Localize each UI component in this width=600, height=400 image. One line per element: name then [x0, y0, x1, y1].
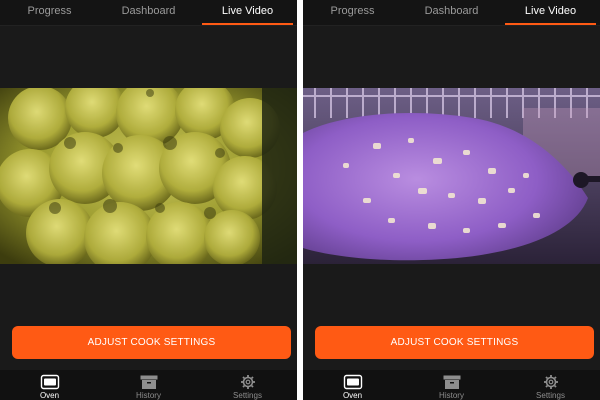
tab-live-video[interactable]: Live Video	[198, 0, 297, 25]
purple-dish-video-frame	[303, 88, 600, 264]
nav-label-oven: Oven	[342, 391, 363, 400]
bottom-nav: Oven History Settings	[0, 370, 297, 400]
nav-label-history: History	[136, 391, 161, 400]
archive-box-icon	[140, 375, 157, 389]
tab-dashboard[interactable]: Dashboard	[402, 0, 501, 25]
live-video-feed[interactable]	[303, 88, 600, 264]
archive-box-icon	[443, 375, 460, 389]
cauliflower-video-frame	[0, 88, 297, 264]
nav-item-oven[interactable]: Oven	[0, 370, 99, 400]
tab-dashboard[interactable]: Dashboard	[99, 0, 198, 25]
nav-item-oven[interactable]: Oven	[303, 370, 402, 400]
phone-screen-right: Progress Dashboard Live Video ADJUST COO…	[303, 0, 600, 400]
gear-icon	[543, 375, 558, 389]
phone-screen-left: Progress Dashboard Live Video ADJUST COO…	[0, 0, 297, 400]
nav-item-history[interactable]: History	[402, 370, 501, 400]
top-tab-bar: Progress Dashboard Live Video	[303, 0, 600, 26]
nav-label-oven: Oven	[39, 391, 60, 400]
nav-item-settings[interactable]: Settings	[198, 370, 297, 400]
oven-icon	[343, 374, 362, 390]
tab-progress[interactable]: Progress	[303, 0, 402, 25]
gear-icon	[240, 375, 255, 389]
top-tab-bar: Progress Dashboard Live Video	[0, 0, 297, 26]
adjust-cook-settings-button[interactable]: ADJUST COOK SETTINGS	[12, 326, 291, 359]
nav-label-settings: Settings	[233, 391, 262, 400]
nav-item-history[interactable]: History	[99, 370, 198, 400]
live-video-feed[interactable]	[0, 88, 297, 264]
tab-live-video[interactable]: Live Video	[501, 0, 600, 25]
nav-label-history: History	[439, 391, 464, 400]
nav-label-settings: Settings	[536, 391, 565, 400]
adjust-cook-settings-button[interactable]: ADJUST COOK SETTINGS	[315, 326, 594, 359]
bottom-nav: Oven History Settings	[303, 370, 600, 400]
tab-progress[interactable]: Progress	[0, 0, 99, 25]
nav-item-settings[interactable]: Settings	[501, 370, 600, 400]
oven-icon	[40, 374, 59, 390]
